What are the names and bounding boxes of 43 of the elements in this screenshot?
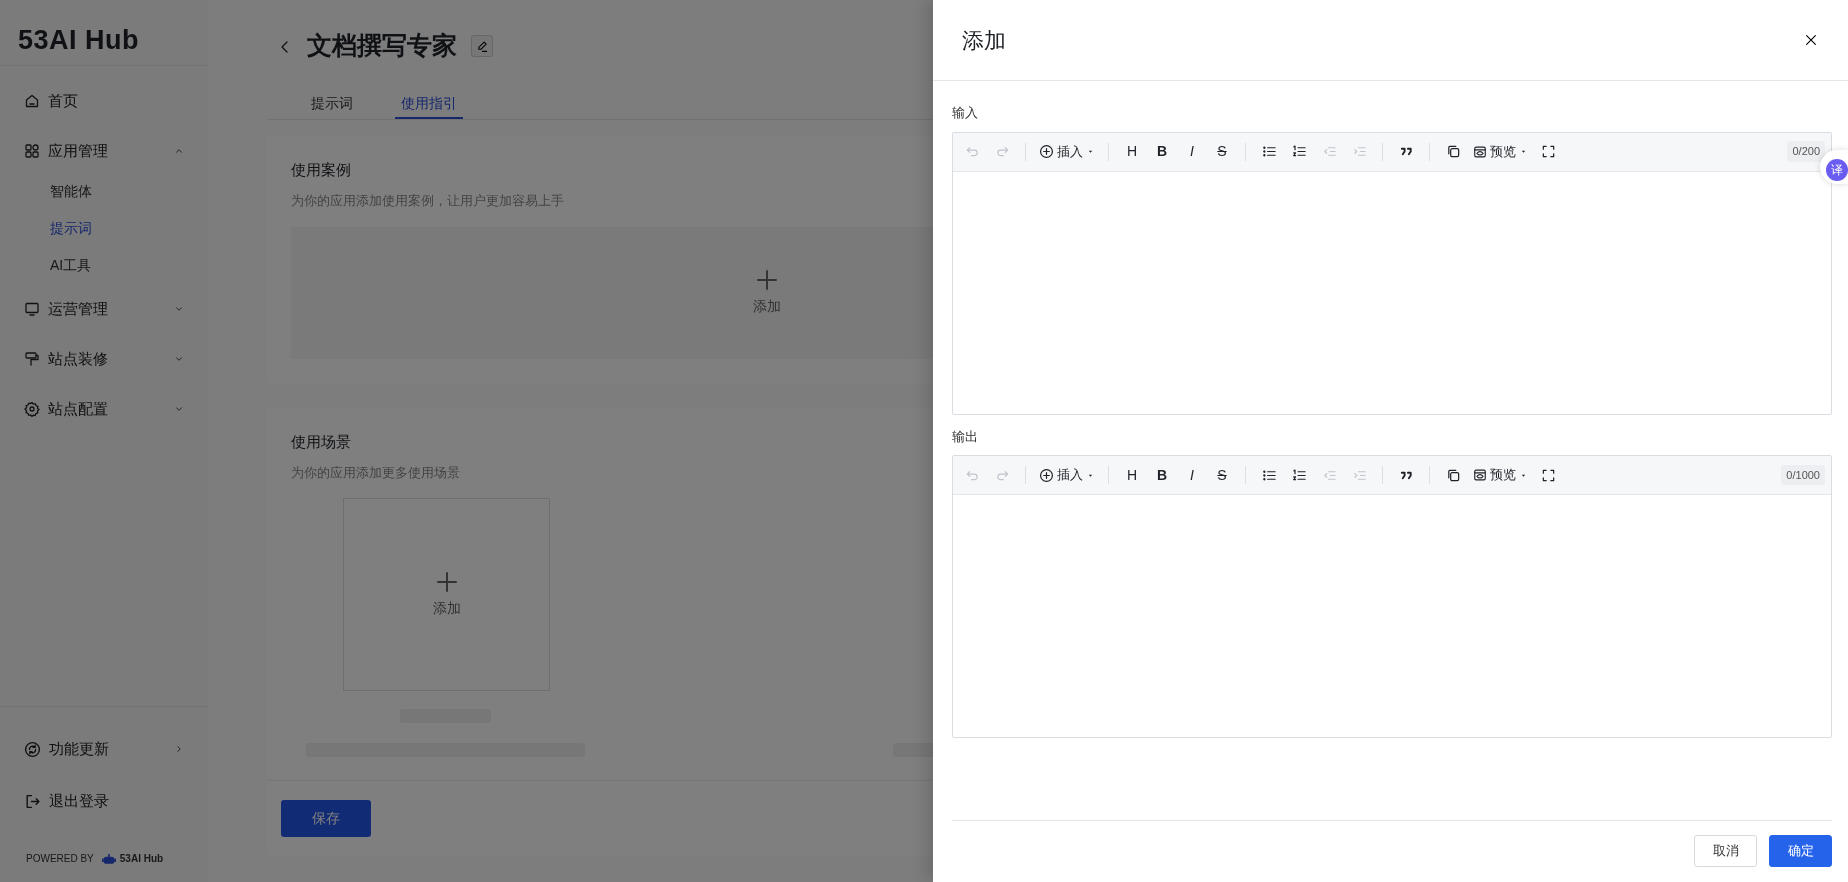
- rich-text-editor[interactable]: 插入 H B I S 预览 0/1000: [952, 455, 1832, 738]
- menu-item[interactable]: 运营管理: [0, 294, 208, 324]
- section-description: 为你的应用添加使用案例，让用户更加容易上手: [291, 192, 564, 210]
- section-description: 为你的应用添加更多使用场景: [291, 463, 460, 482]
- cancel-button[interactable]: 取消: [1694, 835, 1757, 867]
- add-tile[interactable]: 添加: [343, 498, 550, 691]
- section-title: 使用场景: [291, 432, 351, 451]
- submenu-item[interactable]: 智能体: [0, 176, 208, 206]
- bold-button[interactable]: B: [1149, 138, 1175, 165]
- insert-button[interactable]: 插入: [1036, 462, 1098, 488]
- menu-item[interactable]: 退出登录: [0, 783, 208, 819]
- character-counter: 0/200: [1787, 141, 1825, 162]
- menu-item[interactable]: 首页: [0, 86, 208, 116]
- save-button[interactable]: 保存: [281, 799, 371, 837]
- brand-name: 53AI Hub: [119, 852, 164, 866]
- confirm-button[interactable]: 确定: [1769, 835, 1832, 867]
- preview-button[interactable]: 预览: [1470, 138, 1531, 165]
- heading-button[interactable]: H: [1119, 138, 1145, 165]
- menu-item[interactable]: 应用管理: [0, 136, 208, 166]
- heading-button[interactable]: H: [1119, 462, 1145, 488]
- submenu-item[interactable]: AI工具: [0, 250, 208, 280]
- strikethrough-button[interactable]: S: [1209, 462, 1235, 488]
- preview-button[interactable]: 预览: [1470, 462, 1531, 488]
- menu-item[interactable]: 站点配置: [0, 394, 208, 424]
- field-label: 输出: [952, 427, 979, 446]
- tab[interactable]: 使用指引: [395, 92, 463, 119]
- italic-button[interactable]: I: [1179, 138, 1205, 165]
- insert-button[interactable]: 插入: [1036, 138, 1098, 165]
- field-label: 输入: [952, 104, 979, 122]
- drawer-title: 添加: [962, 26, 1006, 55]
- logo: 53AI Hub: [0, 0, 208, 66]
- page-title: 文档撰写专家: [307, 30, 457, 62]
- powered-by-text: POWERED BY: [26, 852, 94, 866]
- submenu-item[interactable]: 提示词: [0, 213, 208, 243]
- character-counter: 0/1000: [1781, 464, 1825, 486]
- strikethrough-button[interactable]: S: [1209, 138, 1235, 165]
- menu-item[interactable]: 站点装修: [0, 344, 208, 374]
- bold-button[interactable]: B: [1149, 462, 1175, 488]
- tab[interactable]: 提示词: [305, 92, 359, 119]
- italic-button[interactable]: I: [1179, 462, 1205, 488]
- rich-text-editor[interactable]: 插入 H B I S 预览 0/200: [952, 131, 1832, 415]
- menu-item[interactable]: 功能更新: [0, 731, 208, 767]
- section-title: 使用案例: [291, 161, 351, 179]
